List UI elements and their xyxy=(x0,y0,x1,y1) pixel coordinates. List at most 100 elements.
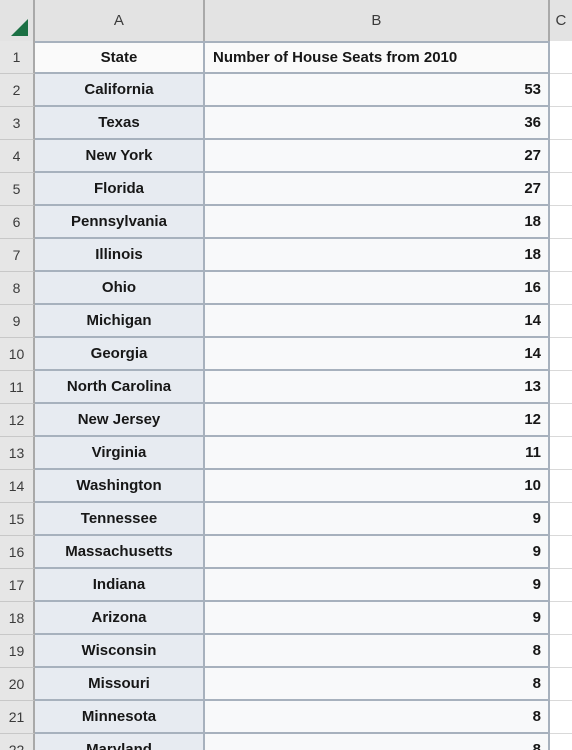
cell-c11-empty[interactable] xyxy=(550,371,572,404)
cell-c21-empty[interactable] xyxy=(550,701,572,734)
cell-b18-seats[interactable]: 9 xyxy=(205,602,550,635)
cell-c3-empty[interactable] xyxy=(550,107,572,140)
cell-b1-header[interactable]: Number of House Seats from 2010 xyxy=(205,41,550,74)
row-header-5[interactable]: 5 xyxy=(0,173,35,206)
cell-b7-seats[interactable]: 18 xyxy=(205,239,550,272)
cell-a7-state[interactable]: Illinois xyxy=(35,239,205,272)
select-all-triangle-icon xyxy=(11,19,28,36)
cell-a21-state[interactable]: Minnesota xyxy=(35,701,205,734)
cell-b19-seats[interactable]: 8 xyxy=(205,635,550,668)
row-header-12[interactable]: 12 xyxy=(0,404,35,437)
cell-c19-empty[interactable] xyxy=(550,635,572,668)
cell-a17-state[interactable]: Indiana xyxy=(35,569,205,602)
cell-b2-seats[interactable]: 53 xyxy=(205,74,550,107)
cell-a6-state[interactable]: Pennsylvania xyxy=(35,206,205,239)
cell-b20-seats[interactable]: 8 xyxy=(205,668,550,701)
cell-c17-empty[interactable] xyxy=(550,569,572,602)
cell-c7-empty[interactable] xyxy=(550,239,572,272)
row-header-3[interactable]: 3 xyxy=(0,107,35,140)
column-header-b[interactable]: B xyxy=(205,0,550,41)
row-header-9[interactable]: 9 xyxy=(0,305,35,338)
cell-a14-state[interactable]: Washington xyxy=(35,470,205,503)
cell-a2-state[interactable]: California xyxy=(35,74,205,107)
row-header-15[interactable]: 15 xyxy=(0,503,35,536)
cell-a8-state[interactable]: Ohio xyxy=(35,272,205,305)
cell-c22-empty[interactable] xyxy=(550,734,572,750)
cell-a9-state[interactable]: Michigan xyxy=(35,305,205,338)
cell-a5-state[interactable]: Florida xyxy=(35,173,205,206)
cell-b9-seats[interactable]: 14 xyxy=(205,305,550,338)
cell-b22-seats[interactable]: 8 xyxy=(205,734,550,750)
cell-a20-state[interactable]: Missouri xyxy=(35,668,205,701)
row-header-2[interactable]: 2 xyxy=(0,74,35,107)
table-row: 15 Tennessee 9 xyxy=(0,503,572,536)
table-row: 7 Illinois 18 xyxy=(0,239,572,272)
row-header-21[interactable]: 21 xyxy=(0,701,35,734)
row-header-13[interactable]: 13 xyxy=(0,437,35,470)
row-header-8[interactable]: 8 xyxy=(0,272,35,305)
row-header-6[interactable]: 6 xyxy=(0,206,35,239)
cell-c9-empty[interactable] xyxy=(550,305,572,338)
row-header-22[interactable]: 22 xyxy=(0,734,35,750)
cell-a19-state[interactable]: Wisconsin xyxy=(35,635,205,668)
cell-c6-empty[interactable] xyxy=(550,206,572,239)
cell-a12-state[interactable]: New Jersey xyxy=(35,404,205,437)
cell-b16-seats[interactable]: 9 xyxy=(205,536,550,569)
cell-c8-empty[interactable] xyxy=(550,272,572,305)
row-header-16[interactable]: 16 xyxy=(0,536,35,569)
cell-b6-seats[interactable]: 18 xyxy=(205,206,550,239)
row-header-1[interactable]: 1 xyxy=(0,41,35,74)
row-header-17[interactable]: 17 xyxy=(0,569,35,602)
row-header-4[interactable]: 4 xyxy=(0,140,35,173)
cell-a16-state[interactable]: Massachusetts xyxy=(35,536,205,569)
cell-a1-header[interactable]: State xyxy=(35,41,205,74)
cell-b3-seats[interactable]: 36 xyxy=(205,107,550,140)
row-header-7[interactable]: 7 xyxy=(0,239,35,272)
cell-c13-empty[interactable] xyxy=(550,437,572,470)
cell-c10-empty[interactable] xyxy=(550,338,572,371)
cell-b17-seats[interactable]: 9 xyxy=(205,569,550,602)
cell-a18-state[interactable]: Arizona xyxy=(35,602,205,635)
row-header-14[interactable]: 14 xyxy=(0,470,35,503)
cell-a3-state[interactable]: Texas xyxy=(35,107,205,140)
row-header-10[interactable]: 10 xyxy=(0,338,35,371)
cell-b13-seats[interactable]: 11 xyxy=(205,437,550,470)
cell-c2-empty[interactable] xyxy=(550,74,572,107)
row-header-11[interactable]: 11 xyxy=(0,371,35,404)
cell-b4-seats[interactable]: 27 xyxy=(205,140,550,173)
cell-a4-state[interactable]: New York xyxy=(35,140,205,173)
cell-b15-seats[interactable]: 9 xyxy=(205,503,550,536)
cell-b14-seats[interactable]: 10 xyxy=(205,470,550,503)
cell-c1-empty[interactable] xyxy=(550,41,572,74)
cell-a11-state[interactable]: North Carolina xyxy=(35,371,205,404)
cell-c5-empty[interactable] xyxy=(550,173,572,206)
row-header-19[interactable]: 19 xyxy=(0,635,35,668)
cell-c18-empty[interactable] xyxy=(550,602,572,635)
cell-b8-seats[interactable]: 16 xyxy=(205,272,550,305)
select-all-corner[interactable] xyxy=(0,0,35,41)
cell-b5-seats[interactable]: 27 xyxy=(205,173,550,206)
cell-c4-empty[interactable] xyxy=(550,140,572,173)
row-header-18[interactable]: 18 xyxy=(0,602,35,635)
cell-b12-seats[interactable]: 12 xyxy=(205,404,550,437)
table-row: 6 Pennsylvania 18 xyxy=(0,206,572,239)
cell-a22-state[interactable]: Maryland xyxy=(35,734,205,750)
cell-b10-seats[interactable]: 14 xyxy=(205,338,550,371)
row-header-20[interactable]: 20 xyxy=(0,668,35,701)
table-row: 20 Missouri 8 xyxy=(0,668,572,701)
column-header-a[interactable]: A xyxy=(35,0,205,41)
cell-c16-empty[interactable] xyxy=(550,536,572,569)
cell-c14-empty[interactable] xyxy=(550,470,572,503)
cell-b21-seats[interactable]: 8 xyxy=(205,701,550,734)
table-row: 13 Virginia 11 xyxy=(0,437,572,470)
cell-a15-state[interactable]: Tennessee xyxy=(35,503,205,536)
table-row: 18 Arizona 9 xyxy=(0,602,572,635)
cell-b11-seats[interactable]: 13 xyxy=(205,371,550,404)
cell-c20-empty[interactable] xyxy=(550,668,572,701)
table-row: 21 Minnesota 8 xyxy=(0,701,572,734)
cell-a10-state[interactable]: Georgia xyxy=(35,338,205,371)
column-header-c[interactable]: C xyxy=(550,0,572,41)
cell-c15-empty[interactable] xyxy=(550,503,572,536)
cell-c12-empty[interactable] xyxy=(550,404,572,437)
cell-a13-state[interactable]: Virginia xyxy=(35,437,205,470)
